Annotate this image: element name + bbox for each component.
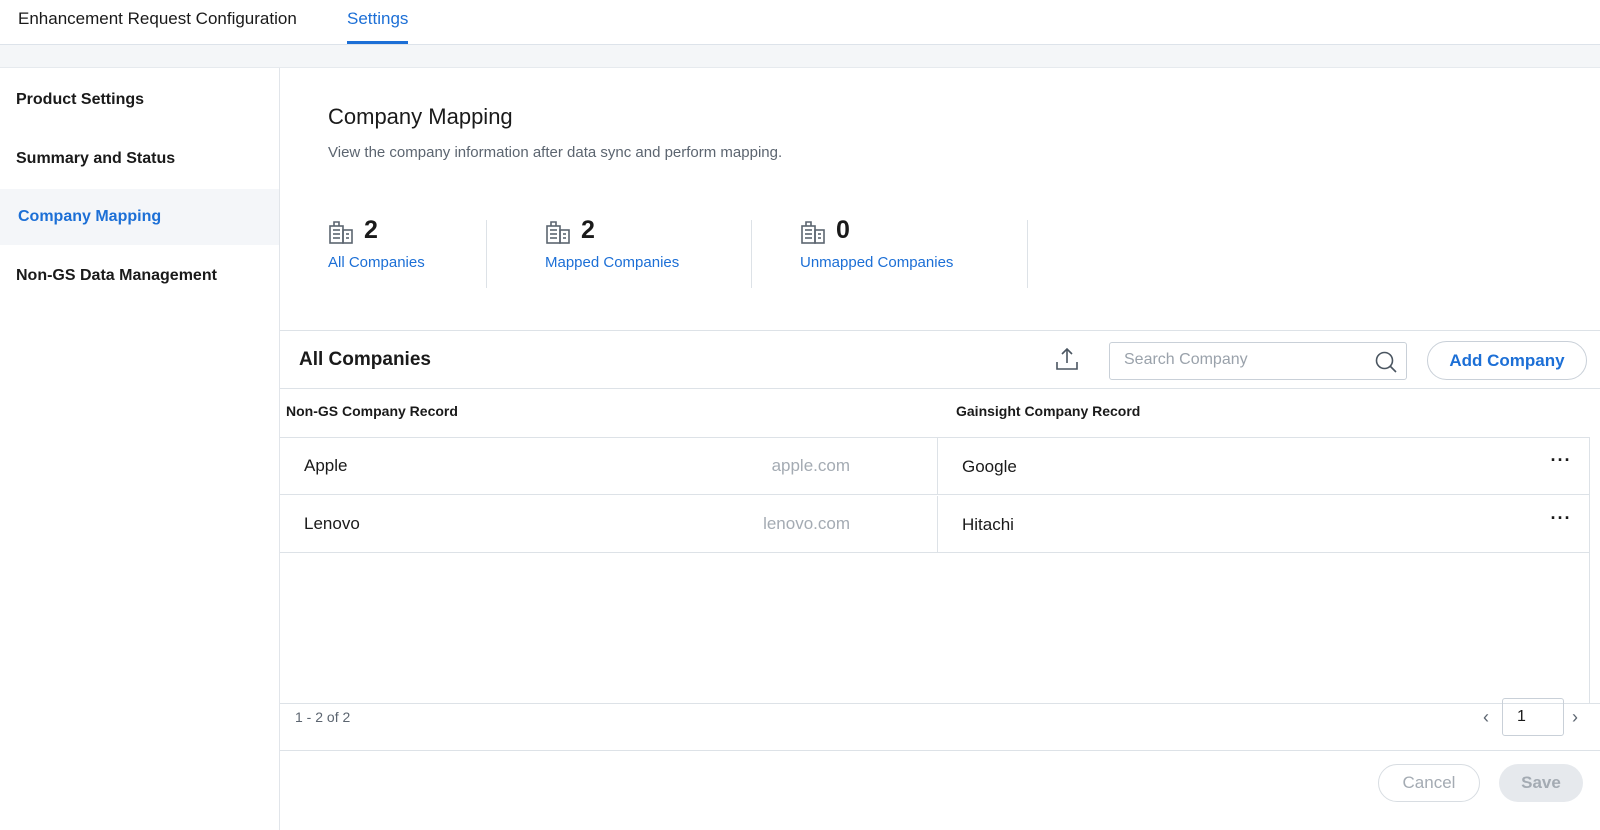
stat-label-unmapped-companies[interactable]: Unmapped Companies [800,254,953,271]
column-header-non-gs: Non-GS Company Record [286,403,458,419]
cancel-button[interactable]: Cancel [1378,764,1480,802]
stat-label-all-companies[interactable]: All Companies [328,254,425,271]
add-company-button[interactable]: Add Company [1427,341,1587,380]
more-options-icon[interactable]: ··· [1548,451,1574,476]
pagination-range: 1 - 2 of 2 [295,709,351,725]
gainsight-company: Google [962,457,1017,476]
upload-button[interactable] [1050,342,1084,376]
building-icon [801,221,825,244]
footer-divider [280,750,1600,751]
header-stripe [0,45,1600,68]
building-icon [546,221,570,244]
main-content: Company Mapping View the company informa… [280,68,1600,830]
stat-count: 2 [581,216,595,244]
company-domain: lenovo.com [763,514,850,533]
sidebar-item-company-mapping[interactable]: Company Mapping [0,189,279,245]
search-icon[interactable] [1374,350,1398,374]
tab-settings[interactable]: Settings [347,9,409,44]
building-icon [329,221,353,244]
section-divider [280,330,1600,331]
save-button[interactable]: Save [1499,764,1583,802]
toolbar-divider [280,388,1600,389]
more-options-icon[interactable]: ··· [1548,509,1574,534]
company-name: Apple [304,456,348,475]
sidebar-item-product-settings[interactable]: Product Settings [0,72,279,128]
tab-enhancement-request-configuration[interactable]: Enhancement Request Configuration [18,9,297,44]
table-row[interactable]: Lenovo lenovo.com Hitachi ··· [280,496,1590,553]
sidebar-item-summary-and-status[interactable]: Summary and Status [0,131,279,187]
company-domain: apple.com [771,456,850,475]
chevron-right-icon[interactable]: › [1572,707,1588,727]
cell-divider [937,496,938,553]
upload-icon [1056,347,1078,370]
table-title: All Companies [299,349,431,370]
column-header-gainsight: Gainsight Company Record [956,403,1141,419]
company-name: Lenovo [304,514,360,533]
cell-divider [937,438,938,495]
stat-divider [751,220,752,288]
page-number-input[interactable]: 1 [1502,698,1564,736]
pagination-divider [280,703,1600,704]
page-title: Company Mapping [328,104,513,129]
search-company-field [1109,342,1407,380]
table-row[interactable]: Apple apple.com Google ··· [280,438,1590,495]
top-tab-bar: Enhancement Request Configuration Settin… [0,0,1600,45]
settings-sidebar: Product Settings Summary and Status Comp… [0,68,280,830]
chevron-left-icon[interactable]: ‹ [1483,707,1499,727]
stat-count: 0 [836,216,850,244]
stat-divider [1027,220,1028,288]
stat-count: 2 [364,216,378,244]
stat-divider [486,220,487,288]
table-right-border [1589,437,1590,703]
stat-label-mapped-companies[interactable]: Mapped Companies [545,254,679,271]
search-input[interactable] [1124,351,1364,369]
gainsight-company: Hitachi [962,515,1014,534]
sidebar-item-non-gs-data-management[interactable]: Non-GS Data Management [0,248,279,304]
page-description: View the company information after data … [328,144,783,161]
